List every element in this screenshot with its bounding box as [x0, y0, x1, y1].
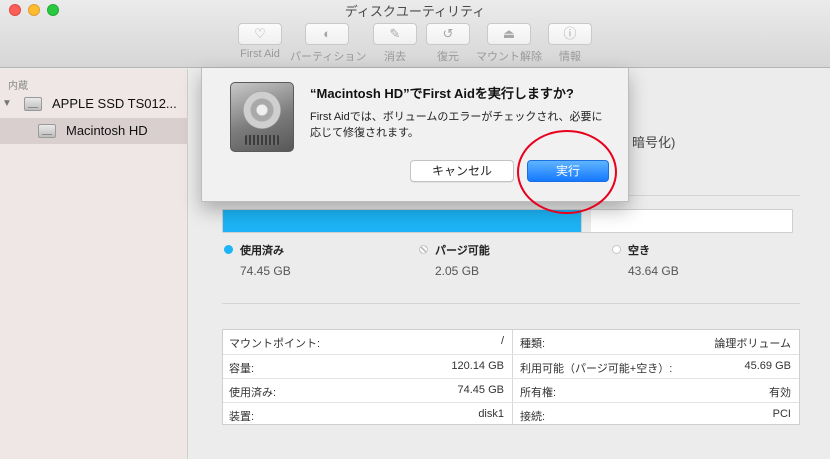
restore-button[interactable]: ↺ 復元 [425, 23, 471, 64]
restore-icon: ↺ [426, 23, 470, 45]
used-row-value: 74.45 GB [457, 384, 504, 396]
divider [222, 303, 800, 304]
sidebar: 内蔵 ▼ APPLE SSD TS012... Macintosh HD [0, 69, 188, 459]
table-row: 使用済み: 74.45 GB 所有権: 有効 [223, 378, 799, 402]
usage-bar-used [223, 210, 581, 232]
sidebar-volume-label: Macintosh HD [66, 123, 148, 138]
capacity-value: 120.14 GB [451, 360, 504, 372]
usage-bar [222, 209, 793, 233]
partition-icon: ◐ [305, 23, 349, 45]
internal-disk-icon [24, 97, 42, 111]
erase-icon: ✎ [373, 23, 417, 45]
table-row: 装置: disk1 接続: PCI [223, 402, 799, 426]
sidebar-section-internal: 内蔵 [8, 81, 28, 92]
highlight-circle-annotation [517, 130, 617, 214]
stethoscope-icon: ♡ [238, 23, 282, 45]
unmount-icon: ⏏ [487, 23, 531, 45]
device-value: disk1 [478, 408, 504, 420]
window-title: ディスクユーティリティ [344, 4, 486, 19]
first-aid-label: First Aid [240, 48, 280, 60]
mount-point-label: マウントポイント: [229, 338, 321, 350]
purgeable-value: 2.05 GB [435, 264, 480, 278]
disclosure-triangle-icon[interactable]: ▼ [2, 98, 12, 109]
ownership-value: 有効 [769, 387, 791, 399]
erase-button[interactable]: ✎ 消去 [372, 23, 418, 64]
type-value: 論理ボリューム [714, 338, 791, 350]
sidebar-item-disk[interactable]: ▼ APPLE SSD TS012... [0, 91, 188, 117]
used-color-dot [224, 245, 233, 254]
usage-bar-purgeable [581, 210, 591, 232]
window-toolbar: ディスクユーティリティ ♡ First Aid ◐ パーティション ✎ 消去 ↺… [0, 0, 830, 68]
unmount-button[interactable]: ⏏ マウント解除 [476, 23, 542, 64]
free-color-dot [612, 245, 621, 254]
erase-label: 消去 [384, 51, 406, 63]
hard-drive-grill [245, 135, 279, 145]
connection-value: PCI [772, 408, 791, 420]
dialog-title: “Macintosh HD”でFirst Aidを実行しますか? [310, 86, 574, 101]
connection-label: 接続: [520, 411, 546, 423]
purgeable-color-dot [419, 245, 428, 254]
free-label: 空き [628, 245, 650, 257]
used-label: 使用済み [240, 245, 284, 257]
info-icon: ⓘ [548, 23, 592, 45]
sidebar-item-volume[interactable]: Macintosh HD [0, 118, 188, 144]
volume-icon [38, 124, 56, 138]
unmount-label: マウント解除 [476, 51, 542, 63]
available-value: 45.69 GB [744, 360, 791, 372]
device-label: 装置: [229, 411, 255, 423]
ownership-label: 所有権: [520, 387, 557, 399]
available-label: 利用可能（パージ可能+空き）: [520, 363, 673, 375]
info-button[interactable]: ⓘ 情報 [547, 23, 593, 64]
used-row-label: 使用済み: [229, 387, 277, 399]
free-value: 43.64 GB [628, 264, 679, 278]
sidebar-disk-label: APPLE SSD TS012... [52, 96, 177, 111]
hard-drive-platter [243, 91, 281, 129]
capacity-label: 容量: [229, 363, 255, 375]
type-label: 種類: [520, 338, 546, 350]
table-row: 容量: 120.14 GB 利用可能（パージ可能+空き）: 45.69 GB [223, 354, 799, 378]
first-aid-button[interactable]: ♡ First Aid [236, 23, 284, 60]
info-label: 情報 [559, 51, 581, 63]
volume-info-table: マウントポイント: / 種類: 論理ボリューム 容量: 120.14 GB 利用… [222, 329, 800, 425]
table-row: マウントポイント: / 種類: 論理ボリューム [223, 330, 799, 354]
mount-point-value: / [500, 335, 504, 347]
restore-label: 復元 [437, 51, 459, 63]
partition-label: パーティション [290, 51, 367, 63]
partition-button[interactable]: ◐ パーティション [290, 23, 367, 64]
purgeable-label: パージ可能 [435, 245, 490, 257]
used-value: 74.45 GB [240, 264, 291, 278]
hard-drive-icon [230, 82, 294, 152]
cancel-button[interactable]: キャンセル [410, 160, 514, 182]
